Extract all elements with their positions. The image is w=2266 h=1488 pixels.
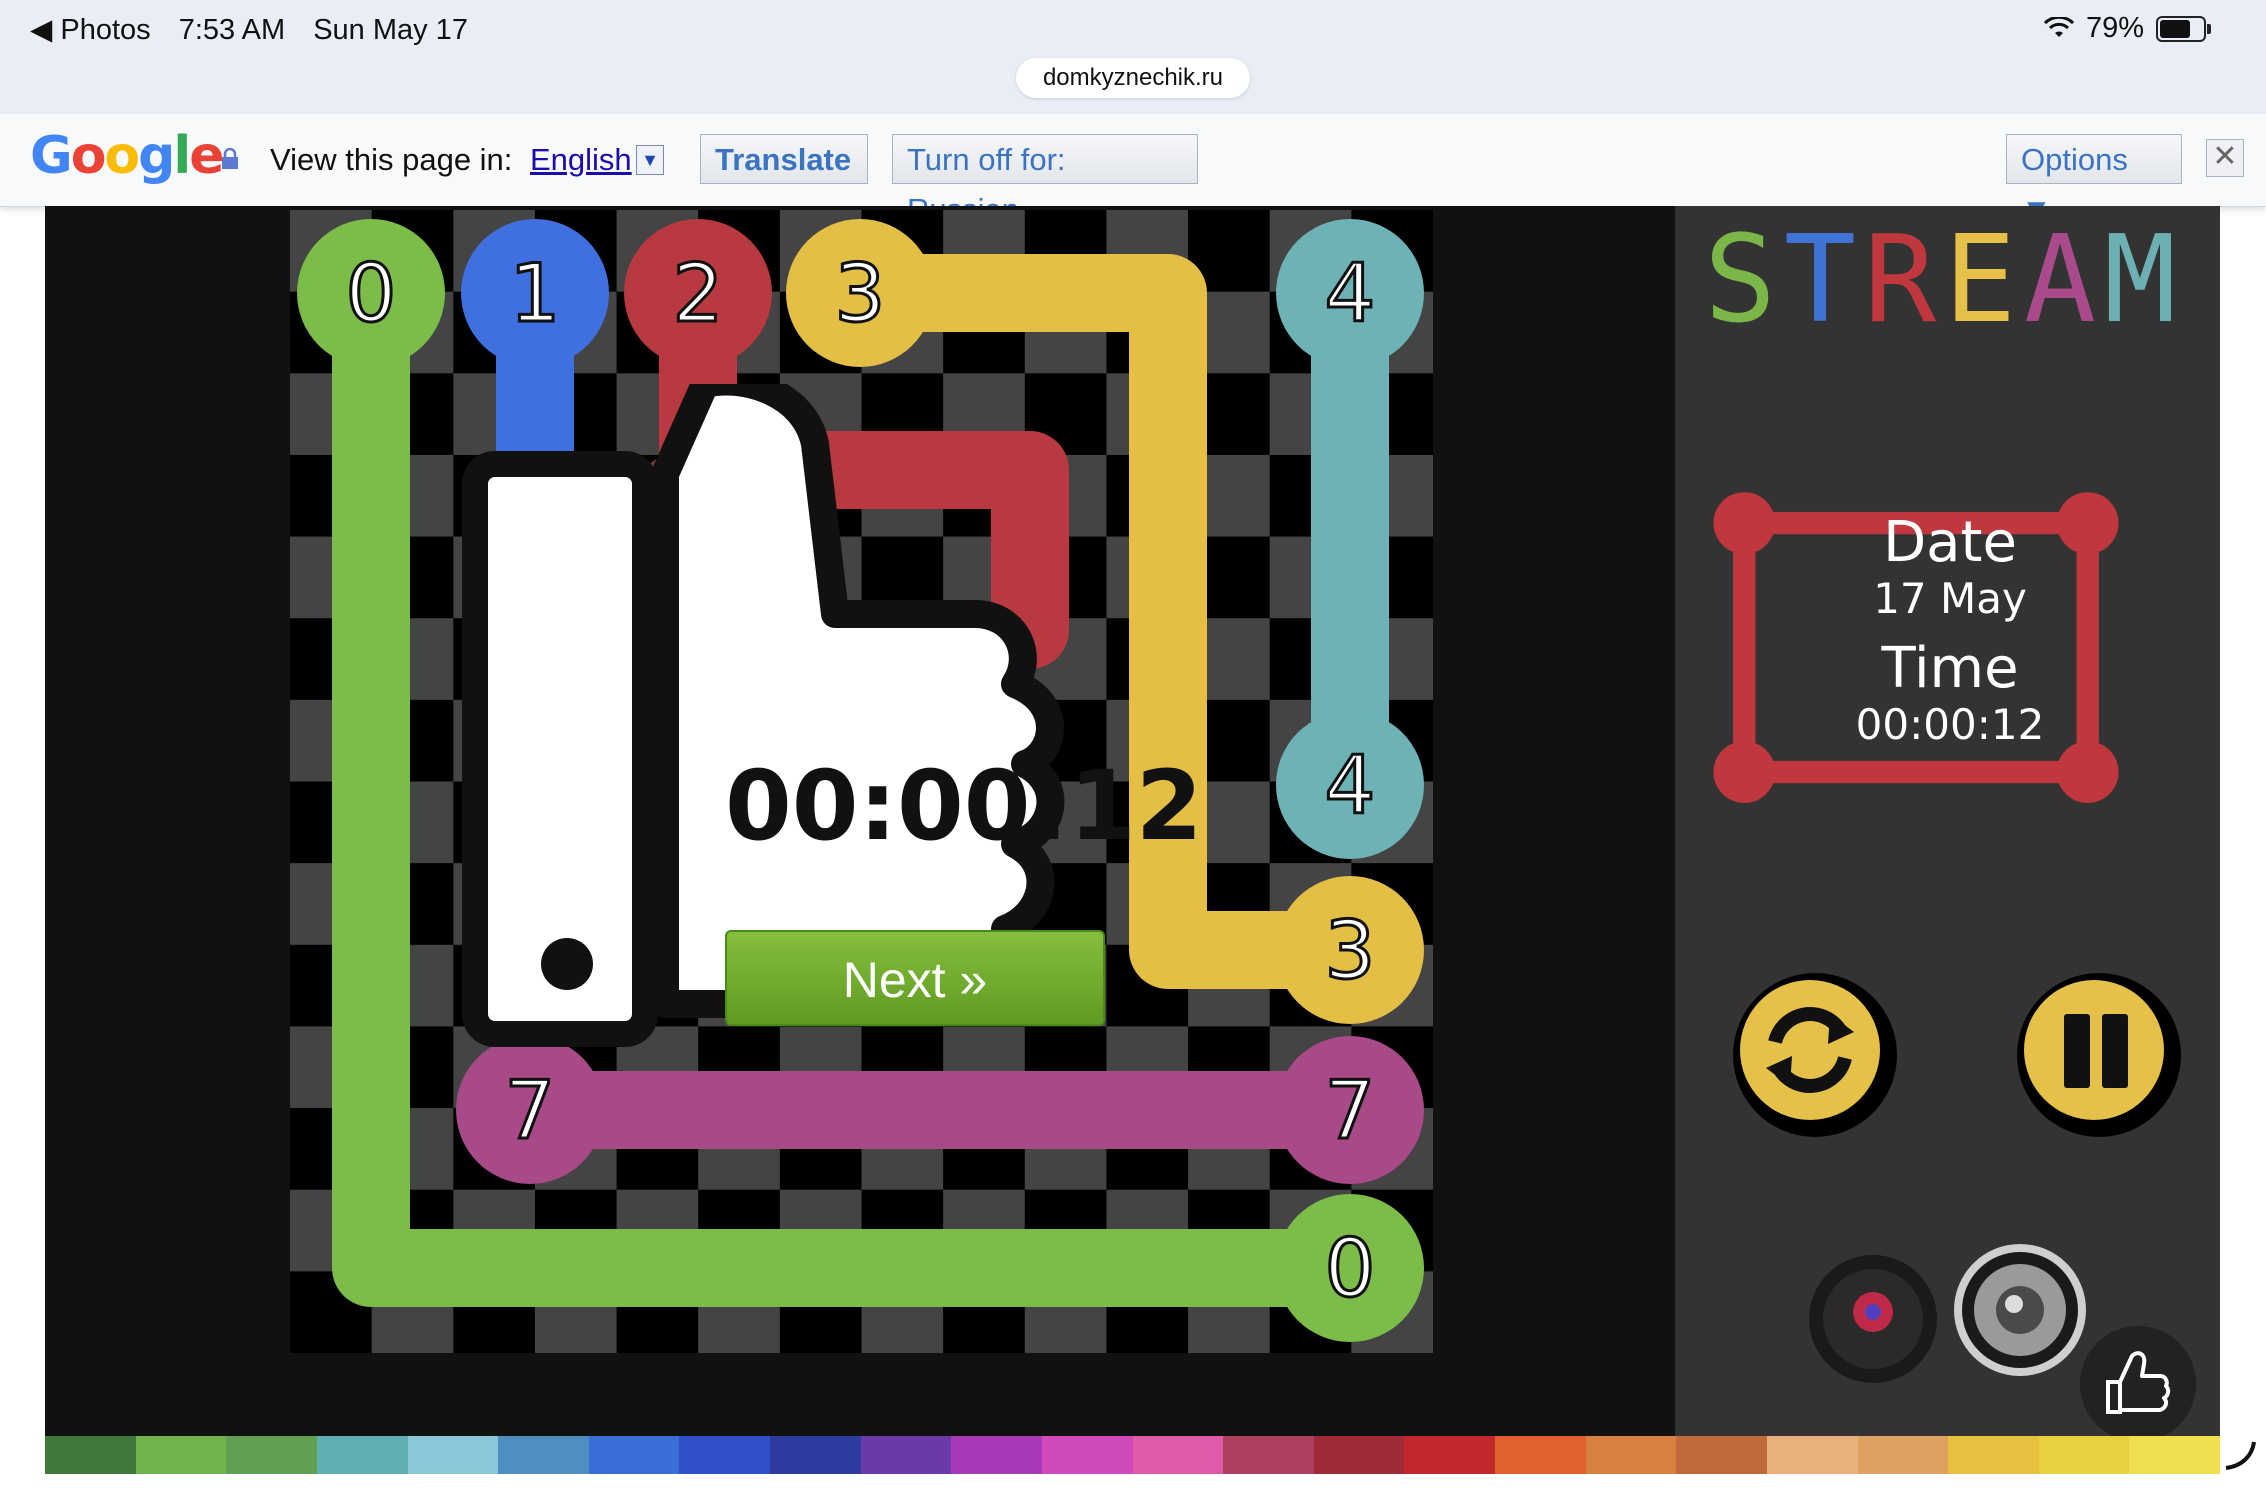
- endpoint-label: 7: [1325, 1064, 1376, 1157]
- color-strip: [45, 1436, 2220, 1474]
- restart-button[interactable]: [1730, 970, 1900, 1140]
- color-strip-segment: [135, 1436, 227, 1474]
- battery-icon: [2156, 15, 2211, 42]
- status-bar: ◀ Photos 7:53 AM Sun May 17 79% domkyzne…: [0, 0, 2266, 114]
- color-strip-segment: [588, 1436, 680, 1474]
- color-strip-segment: [2038, 1436, 2130, 1474]
- logo-letter: S: [1704, 211, 1776, 346]
- color-strip-segment: [1223, 1436, 1314, 1474]
- language-dropdown-icon[interactable]: ▼: [636, 145, 664, 175]
- endpoint-label: 4: [1325, 247, 1376, 340]
- close-icon[interactable]: ✕: [2206, 139, 2244, 177]
- turn-off-button[interactable]: Turn off for: Russian: [892, 134, 1198, 227]
- endpoint-label: 4: [1325, 739, 1376, 832]
- corner-curl-icon: [2222, 1436, 2258, 1472]
- url-pill[interactable]: domkyznechik.ru: [1016, 58, 1250, 98]
- endpoint-label: 0: [346, 247, 397, 340]
- stream-logo: STREAM: [1704, 211, 2176, 346]
- color-strip-segment: [2129, 1436, 2220, 1474]
- date-label: Date: [1883, 510, 2017, 575]
- logo-letter: M: [2104, 211, 2176, 346]
- color-strip-segment: [226, 1436, 317, 1474]
- color-strip-segment: [1948, 1436, 2039, 1474]
- clock: 7:53 AM: [178, 14, 286, 46]
- pause-button[interactable]: [2014, 970, 2184, 1140]
- logo-letter: R: [1864, 211, 1937, 346]
- endpoint-label: 2: [673, 247, 724, 340]
- endpoint-label: 1: [510, 247, 561, 340]
- result-timer: 00:00:12: [725, 750, 1203, 862]
- back-to-photos[interactable]: ◀ Photos: [30, 14, 151, 46]
- color-strip-segment: [1404, 1436, 1495, 1474]
- color-strip-segment: [498, 1436, 589, 1474]
- music-toggle[interactable]: [1806, 1252, 1940, 1386]
- color-strip-segment: [770, 1436, 861, 1474]
- date: Sun May 17: [313, 14, 468, 46]
- thumbs-up-icon: [2106, 1351, 2171, 1414]
- color-strip-segment: [860, 1436, 952, 1474]
- color-strip-segment: [316, 1436, 408, 1474]
- color-strip-segment: [45, 1436, 136, 1474]
- color-strip-segment: [1132, 1436, 1224, 1474]
- like-button[interactable]: [2080, 1326, 2196, 1442]
- logo-letter: E: [1944, 211, 2016, 346]
- translate-prompt: View this page in:: [270, 142, 513, 177]
- language-link[interactable]: English: [530, 142, 632, 178]
- date-value: 17 May: [1873, 574, 2027, 623]
- logo-letter: A: [2024, 211, 2096, 346]
- status-right: 79%: [2043, 12, 2211, 45]
- color-strip-segment: [951, 1436, 1042, 1474]
- google-logo-icon: Google: [30, 126, 225, 186]
- options-button[interactable]: Options ▼: [2006, 134, 2182, 227]
- color-strip-segment: [1676, 1436, 1767, 1474]
- wifi-icon: [2043, 16, 2074, 37]
- color-strip-segment: [679, 1436, 770, 1474]
- color-strip-segment: [1585, 1436, 1677, 1474]
- translate-bar: Google View this page in: English ▼ Tran…: [0, 114, 2266, 227]
- color-strip-segment: [1041, 1436, 1133, 1474]
- logo-letter: T: [1784, 211, 1856, 346]
- status-left: ◀ Photos 7:53 AM Sun May 17: [30, 12, 488, 47]
- lock-icon: [222, 148, 238, 169]
- endpoint-label: 0: [1325, 1222, 1376, 1315]
- color-strip-segment: [407, 1436, 499, 1474]
- color-strip-segment: [1857, 1436, 1949, 1474]
- endpoint-label: 3: [1325, 904, 1376, 997]
- next-button[interactable]: Next »: [725, 930, 1105, 1026]
- color-strip-segment: [1766, 1436, 1858, 1474]
- color-strip-segment: [1313, 1436, 1405, 1474]
- battery-percent: 79%: [2085, 12, 2144, 44]
- translate-button[interactable]: Translate: [700, 134, 868, 184]
- time-label: Time: [1881, 636, 2019, 701]
- color-strip-segment: [1495, 1436, 1586, 1474]
- sound-toggle[interactable]: [1950, 1240, 2090, 1380]
- time-value: 00:00:12: [1855, 700, 2045, 749]
- endpoint-label: 3: [835, 247, 886, 340]
